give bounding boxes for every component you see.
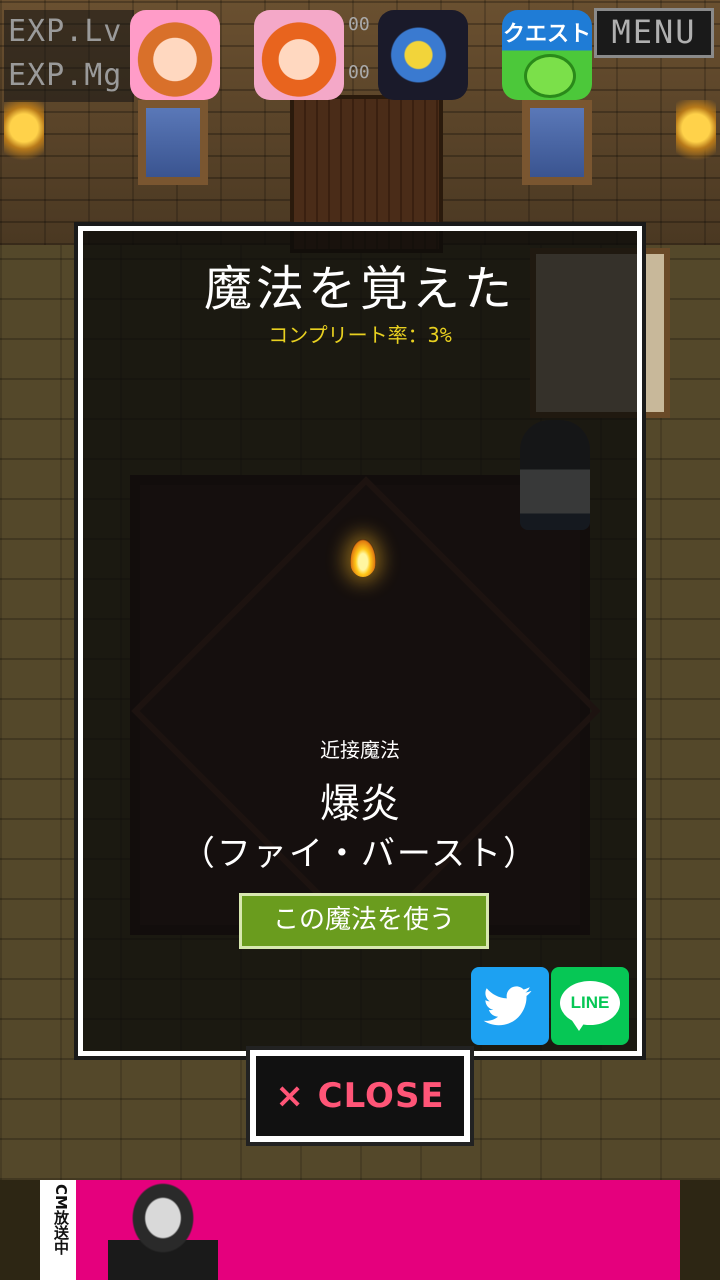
line-icon: LINE (560, 981, 620, 1025)
ad-person-image (108, 1180, 218, 1280)
castle-window-left (138, 100, 208, 185)
puzzle-dragon-icon[interactable] (378, 10, 468, 100)
magic-name: 爆炎 (320, 781, 400, 827)
magic-reading: （ファイ・バースト） (180, 834, 540, 874)
menu-button[interactable]: MENU (594, 8, 714, 58)
exp-mg-label: EXP.Mg (8, 58, 123, 93)
dialog-title: 魔法を覚えた (203, 261, 516, 317)
magic-type: 近接魔法 (320, 738, 400, 762)
twitter-bird-icon (483, 986, 532, 1026)
castle-window-right (522, 100, 592, 185)
flame-icon (350, 539, 376, 577)
idol-game-icon-1[interactable] (130, 10, 220, 100)
spell-learned-dialog: 魔法を覚えた コンプリート率：3% 近接魔法 爆炎 （ファイ・バースト） この魔… (74, 222, 646, 1060)
use-magic-button[interactable]: この魔法を使う (239, 893, 489, 949)
ad-side-text: CM放送中 (52, 1184, 70, 1255)
exp-panel: EXP.Lv EXP.Mg (4, 10, 134, 102)
close-button[interactable]: × CLOSE (246, 1046, 474, 1146)
ad-banner[interactable]: CM放送中 (40, 1180, 680, 1280)
wall-torch-left (4, 100, 44, 170)
exp-lv-label: EXP.Lv (8, 14, 123, 49)
twitter-share-button[interactable] (471, 967, 549, 1045)
quest-puyo-icon[interactable]: クエスト (502, 10, 592, 100)
ad-side-strip: CM放送中 (40, 1180, 76, 1280)
line-share-button[interactable]: LINE (551, 967, 629, 1045)
exp-lv-digits: 00 (348, 14, 370, 35)
exp-mg-digits: 00 (348, 62, 370, 83)
complete-rate: コンプリート率：3% (268, 323, 452, 347)
idol-game-icon-2[interactable] (254, 10, 344, 100)
puyo-blob-icon (524, 54, 576, 98)
quest-icon-label: クエスト (502, 22, 591, 47)
line-bubble-tail (571, 1019, 587, 1031)
wall-torch-right (676, 100, 716, 170)
